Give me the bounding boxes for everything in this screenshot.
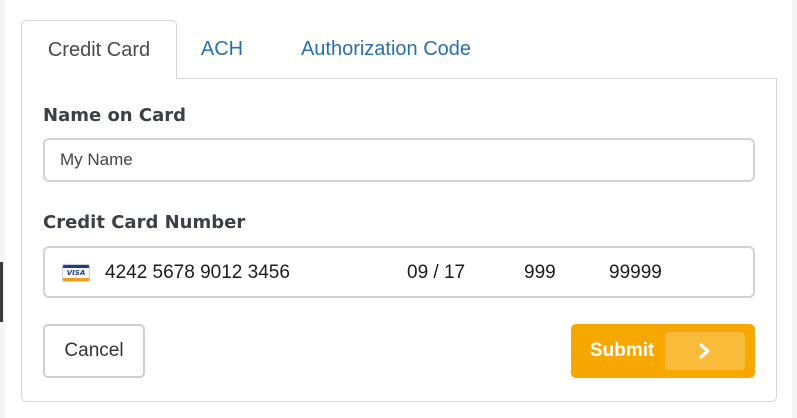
tab-authorization-code[interactable]: Authorization Code [288, 20, 484, 78]
card-number-input[interactable]: 4242 5678 9012 3456 [105, 262, 290, 284]
card-zip-input[interactable]: 99999 [609, 262, 662, 284]
window-edge-marker [0, 262, 3, 322]
credit-card-number-label: Credit Card Number [43, 212, 246, 233]
window-edge-right [792, 0, 797, 418]
visa-card-icon: VISA [62, 264, 90, 282]
tab-credit-card[interactable]: Credit Card [21, 20, 177, 79]
card-expiry-input[interactable]: 09 / 17 [407, 262, 465, 284]
card-cvc-input[interactable]: 999 [524, 262, 556, 284]
name-on-card-label: Name on Card [43, 105, 187, 126]
submit-arrow-box [665, 332, 745, 370]
credit-card-field[interactable]: VISA 4242 5678 9012 3456 09 / 17 999 999… [43, 246, 755, 298]
name-on-card-input[interactable] [43, 138, 755, 182]
chevron-right-icon [699, 343, 710, 359]
visa-icon-text: VISA [66, 269, 86, 277]
tab-ach[interactable]: ACH [198, 20, 246, 78]
submit-label: Submit [590, 340, 655, 361]
submit-button[interactable]: Submit [571, 324, 755, 378]
cancel-button[interactable]: Cancel [43, 324, 145, 378]
window-edge-left [0, 0, 5, 418]
